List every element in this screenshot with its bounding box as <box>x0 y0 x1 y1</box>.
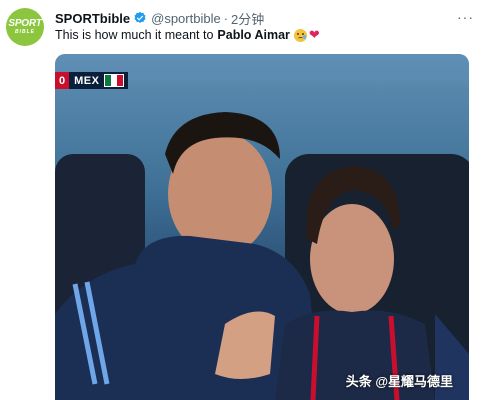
avatar-text-bottom: BIBLE <box>15 29 35 35</box>
tweet-text-prefix: This is how much it meant to <box>55 28 214 42</box>
photo-scene <box>55 54 469 400</box>
score-value: 0 <box>55 72 70 89</box>
tweet-media-image[interactable]: 0 MEX 头条 @星耀马德里 <box>55 54 469 400</box>
team-code: MEX <box>74 74 100 87</box>
tweet-header: SPORTbible @sportbible · 2分钟 <box>55 9 454 27</box>
tweet-text-name: Pablo Aimar <box>217 28 290 42</box>
more-icon[interactable]: ··· <box>457 9 474 25</box>
avatar-text-top: SPORT <box>8 18 42 29</box>
separator-dot: · <box>223 10 229 26</box>
tweet-text: This is how much it meant to Pablo Aimar… <box>55 27 320 43</box>
tweet-card: SPORT BIBLE SPORTbible @sportbible · 2分钟… <box>0 0 494 400</box>
scorebug: 0 MEX <box>55 72 129 89</box>
avatar[interactable]: SPORT BIBLE <box>6 8 44 46</box>
account-name[interactable]: SPORTbible <box>55 11 130 26</box>
watermark-credit: 头条 @星耀马德里 <box>345 374 453 389</box>
tweet-time[interactable]: 2分钟 <box>231 9 264 28</box>
account-handle[interactable]: @sportbible <box>151 11 221 26</box>
heart-icon: ❤ <box>308 27 320 42</box>
mexico-flag-icon <box>104 74 125 87</box>
crying-face-icon <box>293 28 307 42</box>
verified-badge-icon <box>134 11 146 23</box>
